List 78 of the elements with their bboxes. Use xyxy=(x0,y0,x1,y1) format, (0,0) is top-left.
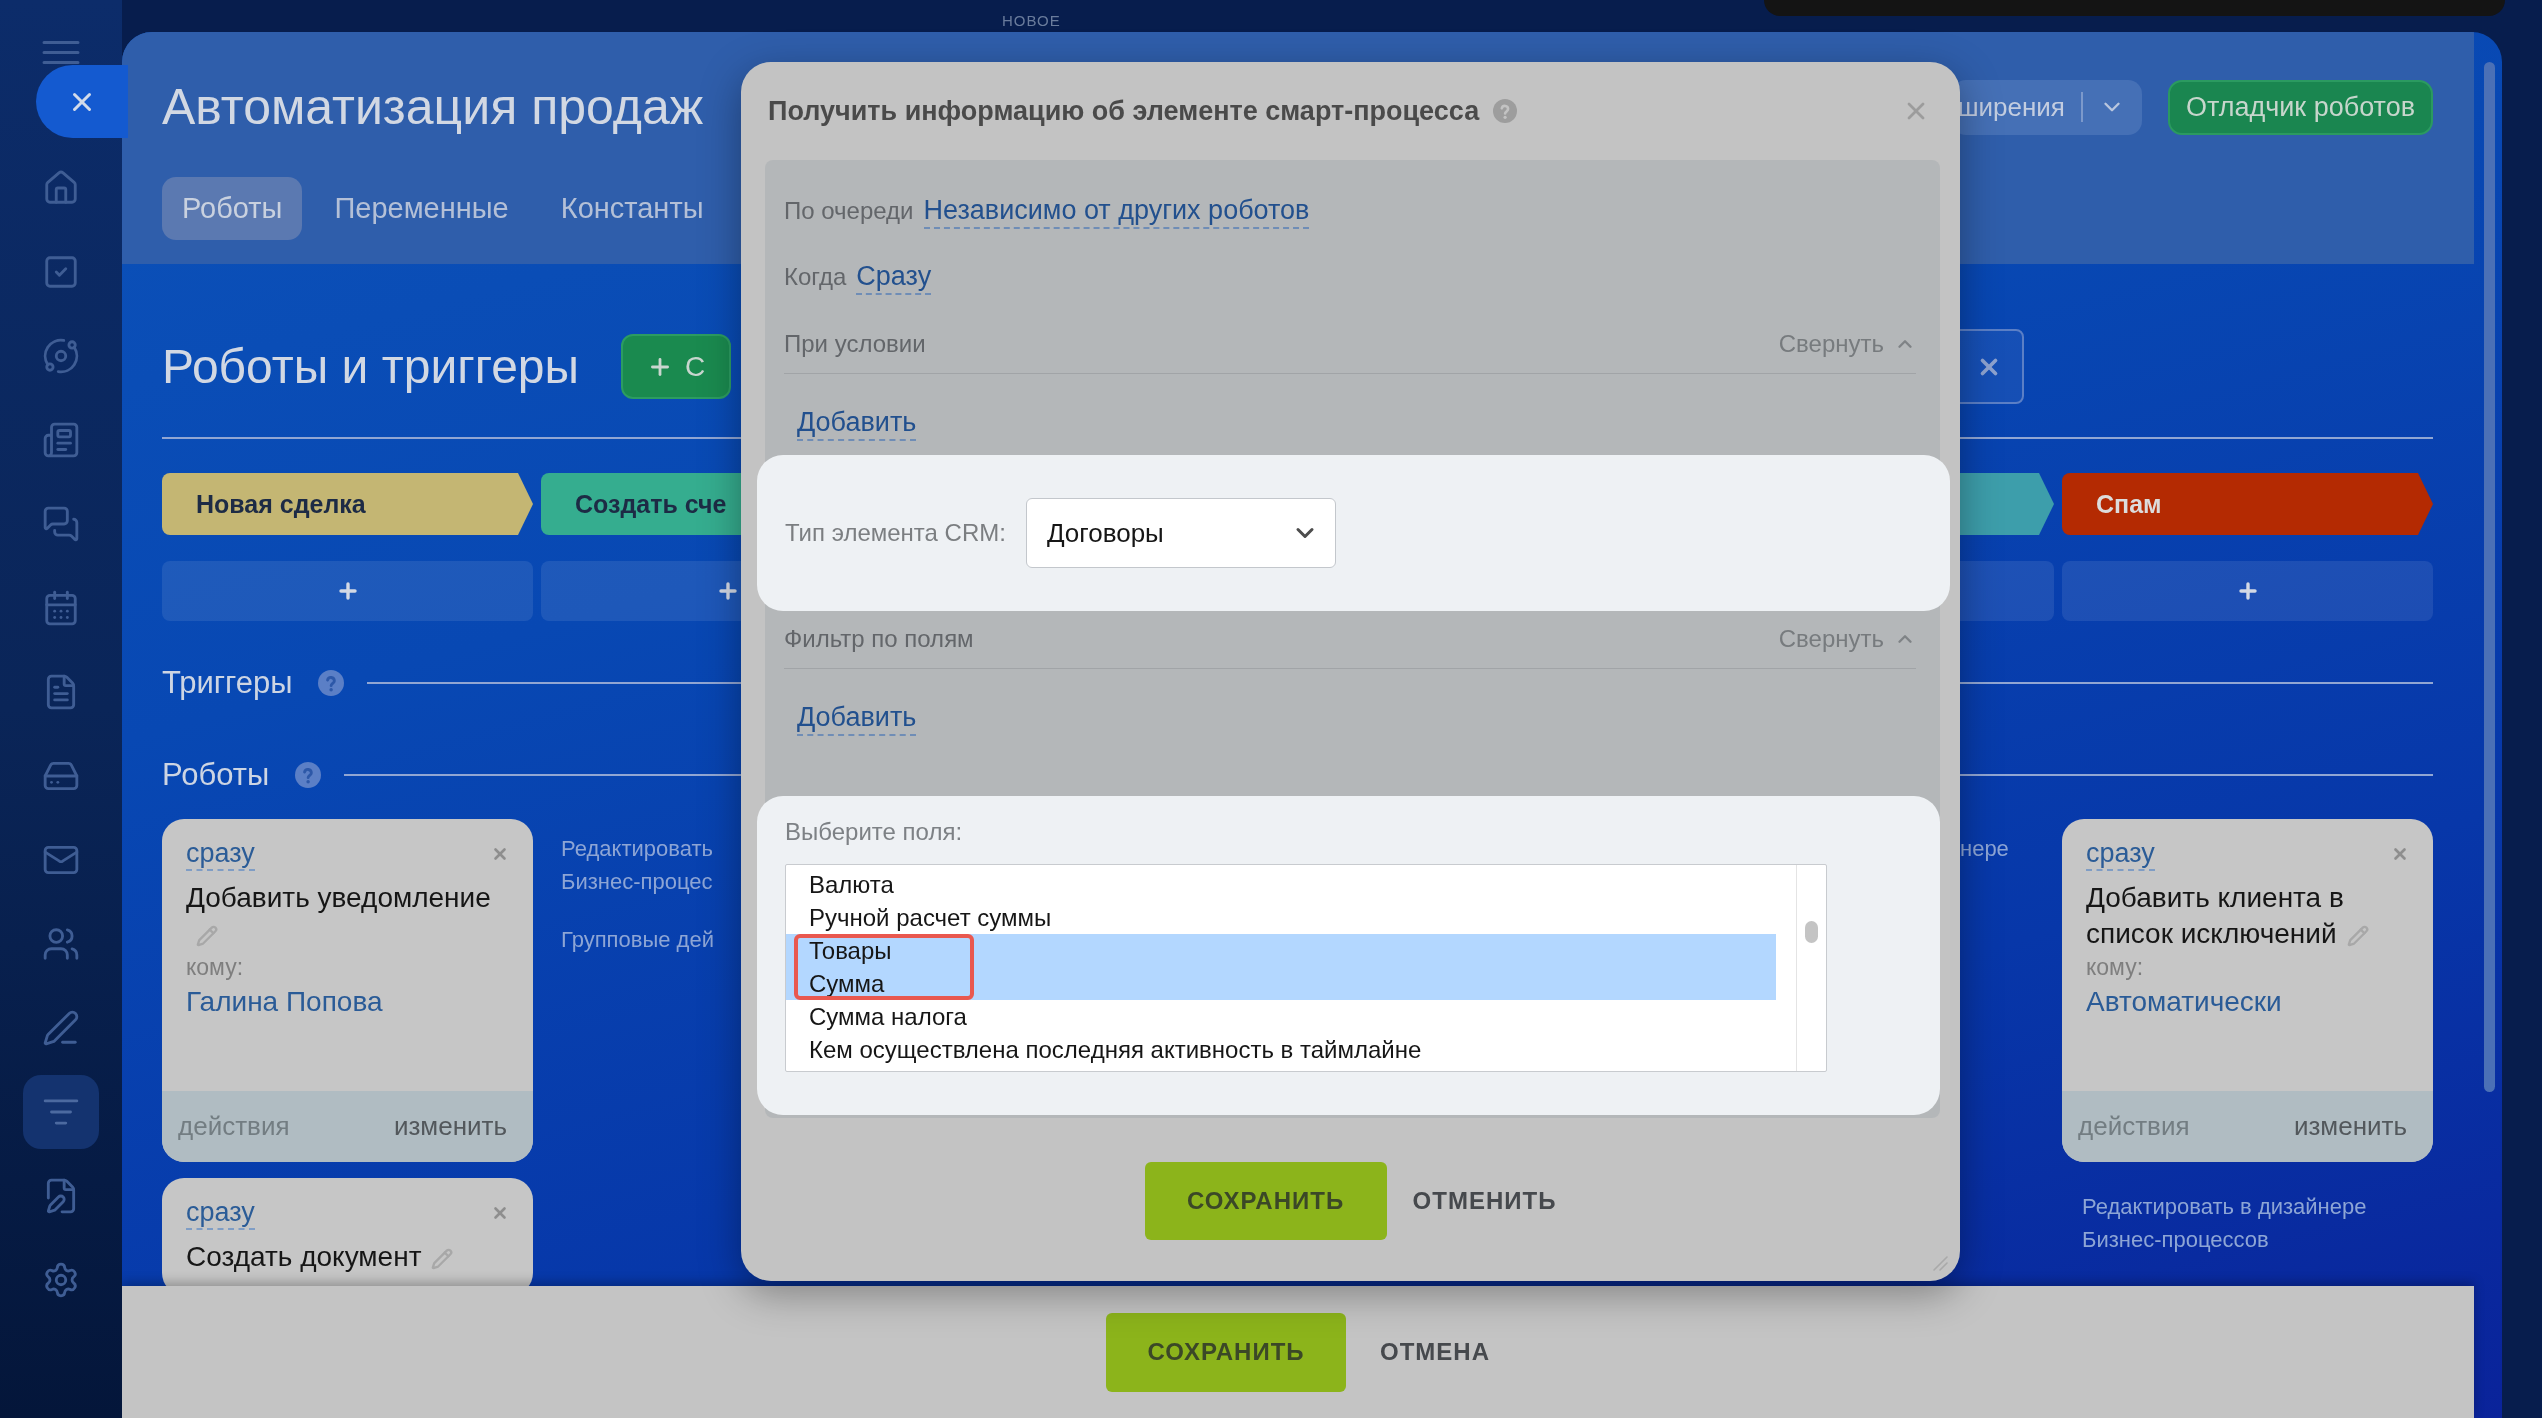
section-heading: Триггеры xyxy=(162,664,293,702)
text-button[interactable]: ОТМЕНИТЬ xyxy=(1412,1181,1557,1221)
recipient-label: кому: xyxy=(186,953,244,982)
house-icon xyxy=(42,169,80,207)
list-option[interactable]: Ручной расчет суммы xyxy=(786,901,1776,934)
field-label: Тип элемента CRM: xyxy=(785,519,1006,547)
close-icon[interactable] xyxy=(491,845,509,863)
close-button[interactable] xyxy=(36,65,128,138)
create-button[interactable]: С xyxy=(621,334,732,399)
help-icon[interactable] xyxy=(318,670,345,696)
field-label: Выберите поля: xyxy=(785,817,963,847)
orbit-icon xyxy=(42,337,80,375)
settings-icon xyxy=(42,1261,80,1299)
pencil-icon[interactable] xyxy=(431,1247,454,1270)
primary-button[interactable]: СОХРАНИТЬ xyxy=(1144,1162,1387,1240)
scrollbar-thumb[interactable] xyxy=(1805,921,1818,943)
menu-icon[interactable] xyxy=(42,41,80,64)
text-link[interactable]: Редактировать в дизайнере Бизнес-процессов xyxy=(2082,1190,2367,1256)
tab[interactable]: Роботы xyxy=(162,177,303,240)
list-option[interactable]: Сумма xyxy=(786,967,1776,1000)
text-link[interactable]: Редактировать Бизнес-процес xyxy=(561,832,713,898)
close-icon[interactable] xyxy=(2391,845,2409,863)
primary-button[interactable]: СОХРАНИТЬ xyxy=(1106,1312,1346,1392)
section-heading: При условии xyxy=(784,329,926,358)
chat-icon xyxy=(42,505,80,543)
text-link[interactable]: нере xyxy=(1960,832,2009,865)
robot-title: Добавить уведомление xyxy=(186,882,491,913)
text-button[interactable]: ОТМЕНА xyxy=(1380,1332,1490,1372)
list-option[interactable]: Товары xyxy=(786,934,1776,967)
edit-button[interactable]: изменить xyxy=(393,1111,507,1142)
recipient-link[interactable]: Автоматически xyxy=(2086,984,2282,1020)
section-heading: Фильтр по полям xyxy=(784,624,974,653)
list-option[interactable]: Валюта xyxy=(786,868,1776,901)
dialog-title: Получить информацию об элементе смарт-процесса xyxy=(768,95,1480,127)
resize-grip-icon[interactable] xyxy=(1930,1253,1948,1271)
field-label: По очереди xyxy=(784,197,914,225)
collapse-button[interactable]: Свернуть xyxy=(1778,624,1916,653)
section-title: Роботы и триггеры xyxy=(162,338,580,395)
page-title: Автоматизация продаж xyxy=(162,78,704,136)
tab[interactable]: Переменные xyxy=(314,177,529,240)
help-icon[interactable] xyxy=(1493,99,1518,123)
recipient-link[interactable]: Галина Попова xyxy=(186,984,383,1020)
option-link[interactable]: Независимо от других роботов xyxy=(923,193,1310,229)
plus-icon xyxy=(716,579,740,603)
robot-title: Добавить клиента в список исключений xyxy=(2086,882,2344,949)
collapse-button[interactable]: Свернуть xyxy=(1778,329,1916,358)
add-link[interactable]: Добавить xyxy=(797,700,917,736)
field-label: Когда xyxy=(784,263,847,291)
pen-icon xyxy=(42,1009,80,1047)
delay-link[interactable]: сразу xyxy=(2086,837,2155,871)
tab[interactable]: Константы xyxy=(540,177,724,240)
debugger-button[interactable]: Отладчик роботов xyxy=(2167,79,2433,135)
close-icon[interactable] xyxy=(491,1204,509,1222)
list-box[interactable]: Валюта Ручной расчет суммы Товары Сумма Сумма налога Кем осуществлена последняя активность в таймлайне xyxy=(785,864,1827,1072)
delay-link[interactable]: сразу xyxy=(186,1196,255,1230)
add-link[interactable]: Добавить xyxy=(797,405,917,441)
calendar-icon xyxy=(42,589,80,627)
text-link[interactable]: Групповые дей xyxy=(561,923,714,956)
people-icon xyxy=(42,925,80,963)
newspaper-icon xyxy=(42,421,80,459)
stage-header: Спам xyxy=(2062,473,2433,535)
help-icon[interactable] xyxy=(295,762,322,788)
sidebar-item[interactable] xyxy=(23,1075,99,1149)
scrollbar-thumb[interactable] xyxy=(2484,62,2495,1092)
recipient-label: кому: xyxy=(2086,953,2144,982)
list-option[interactable]: Сумма налога xyxy=(786,1000,1776,1033)
edit-button[interactable]: изменить xyxy=(2293,1111,2407,1142)
top-label: НОВОЕ xyxy=(1002,12,1061,29)
pencil-icon[interactable] xyxy=(2346,924,2369,947)
stage-header: Новая сделка xyxy=(162,473,533,535)
section-heading: Роботы xyxy=(162,756,270,794)
list-option[interactable]: Кем осуществлена последняя активность в таймлайне xyxy=(786,1033,1776,1066)
robot-title: Создать документ xyxy=(186,1241,422,1272)
checkbox-icon xyxy=(42,253,80,291)
pencil-icon[interactable] xyxy=(196,924,218,947)
option-link[interactable]: Сразу xyxy=(856,259,932,295)
delay-link[interactable]: сразу xyxy=(186,837,255,871)
select-field[interactable]: Договоры xyxy=(1025,498,1336,568)
